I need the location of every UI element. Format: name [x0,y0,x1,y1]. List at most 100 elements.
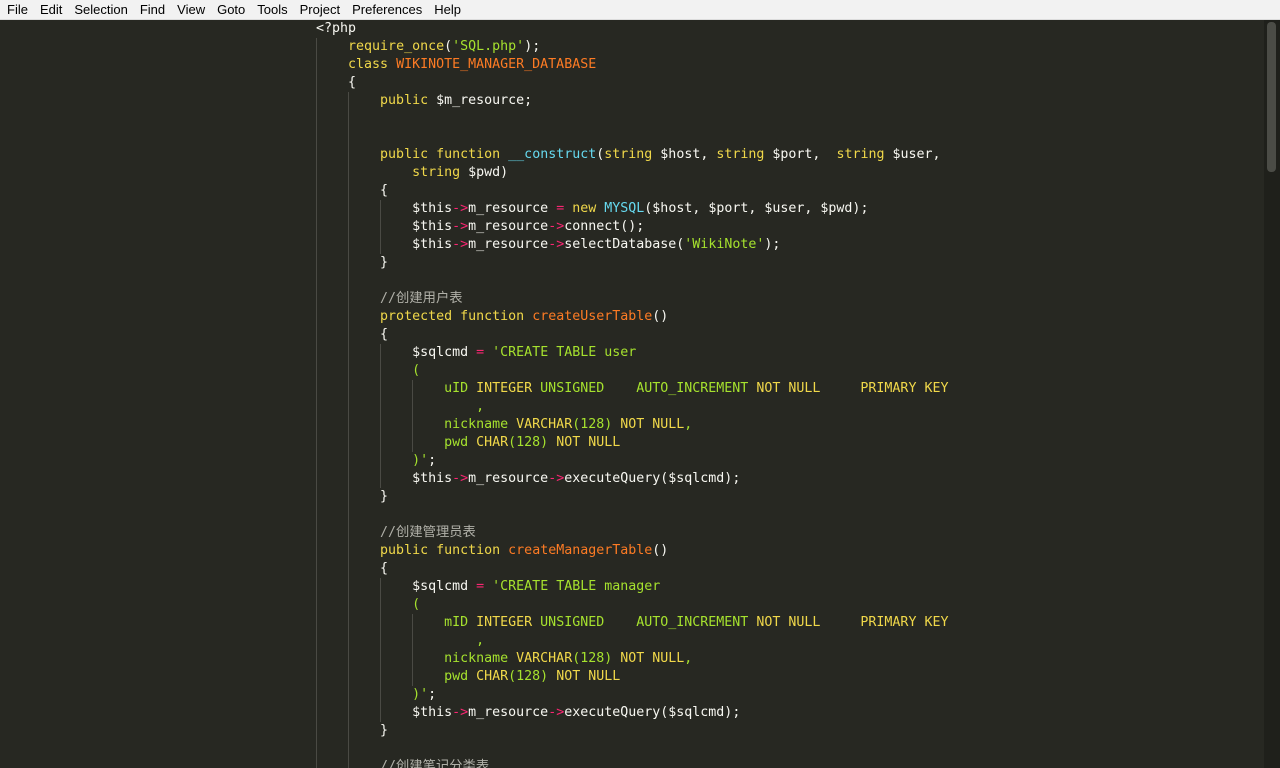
code-line: )'; [316,452,948,470]
code-line: require_once('SQL.php'); [316,38,948,56]
code-view[interactable]: <?php require_once('SQL.php'); class WIK… [316,20,948,768]
indent-guide [380,200,381,218]
code-token: = [476,579,485,594]
code-token: ); [524,39,541,54]
indent-guide [412,416,413,434]
code-token: connect(); [564,219,645,234]
code-token: , [476,633,485,648]
code-token: = [556,201,565,216]
code-token: string [412,165,461,180]
indent-guide [348,560,349,578]
code-line: //创建笔记分类表 [316,758,948,768]
indent-guide [316,686,317,704]
menu-find[interactable]: Find [133,1,170,18]
code-token: $this [412,471,453,486]
code-token: $m_resource; [428,93,533,108]
code-token: public [380,543,429,558]
indent-guide [348,326,349,344]
indent-guide [316,380,317,398]
indent-guide [316,398,317,416]
code-token: UNSIGNED AUTO_INCREMENT [532,615,757,630]
vertical-scrollbar[interactable] [1264,20,1280,768]
menu-tools[interactable]: Tools [250,1,292,18]
indent-guide [348,92,349,110]
indent-guide [380,452,381,470]
code-line: } [316,488,948,506]
menu-help[interactable]: Help [427,1,466,18]
indent-guide [348,524,349,542]
indent-guide [316,326,317,344]
menu-goto[interactable]: Goto [210,1,250,18]
indent-guide [348,596,349,614]
code-editor[interactable]: <?php require_once('SQL.php'); class WIK… [0,20,1264,768]
indent-guide [348,650,349,668]
indent-guide [348,398,349,416]
code-line: $sqlcmd = 'CREATE TABLE user [316,344,948,362]
indent-guide [348,722,349,740]
code-line [316,272,948,290]
code-token: <?php [316,21,357,36]
indent-guide [348,668,349,686]
code-token: ( [444,39,453,54]
indent-guide [380,398,381,416]
code-line: $this->m_resource->selectDatabase('WikiN… [316,236,948,254]
code-token: (128) [572,417,621,432]
code-token: $pwd) [460,165,509,180]
code-token: -> [452,705,469,720]
indent-guide [316,632,317,650]
code-token: -> [548,237,565,252]
indent-guide [380,434,381,452]
code-token: public [380,147,429,162]
menu-preferences[interactable]: Preferences [345,1,427,18]
code-token: string [836,147,885,162]
code-line: $this->m_resource = new MYSQL($host, $po… [316,200,948,218]
code-token: m_resource [468,219,549,234]
menu-file[interactable]: File [0,1,33,18]
code-line: $this->m_resource->executeQuery($sqlcmd)… [316,704,948,722]
code-token: $sqlcmd [412,579,477,594]
indent-guide [316,758,317,768]
code-line: , [316,632,948,650]
code-line: { [316,326,948,344]
code-token: INTEGER [476,381,533,396]
menu-view[interactable]: View [170,1,210,18]
code-token: { [380,183,389,198]
code-line: , [316,398,948,416]
indent-guide [348,110,349,128]
indent-guide [348,308,349,326]
code-token: class [348,57,389,72]
indent-guide [316,110,317,128]
indent-guide [412,434,413,452]
code-line: } [316,722,948,740]
code-token: uID [444,381,477,396]
code-token: VARCHAR [516,417,573,432]
indent-guide [380,416,381,434]
indent-guide [316,128,317,146]
indent-guide [380,344,381,362]
code-token: 'WikiNote' [684,237,765,252]
menu-selection[interactable]: Selection [67,1,132,18]
indent-guide [348,434,349,452]
code-token: () [652,543,669,558]
indent-guide [380,596,381,614]
indent-guide [316,272,317,290]
indent-guide [348,146,349,164]
code-token: (128) [572,651,621,666]
indent-guide [348,578,349,596]
indent-guide [412,668,413,686]
code-token: } [380,489,389,504]
code-token: 'CREATE TABLE manager [492,579,661,594]
indent-guide [316,740,317,758]
code-token: require_once [348,39,445,54]
menu-edit[interactable]: Edit [33,1,67,18]
scrollbar-thumb[interactable] [1267,22,1276,172]
menu-project[interactable]: Project [293,1,345,18]
indent-guide [348,272,349,290]
code-token: $user, [884,147,941,162]
code-token: ); [764,237,781,252]
indent-guide [316,650,317,668]
indent-guide [348,470,349,488]
indent-guide [316,434,317,452]
code-line: $this->m_resource->executeQuery($sqlcmd)… [316,470,948,488]
indent-guide [316,182,317,200]
